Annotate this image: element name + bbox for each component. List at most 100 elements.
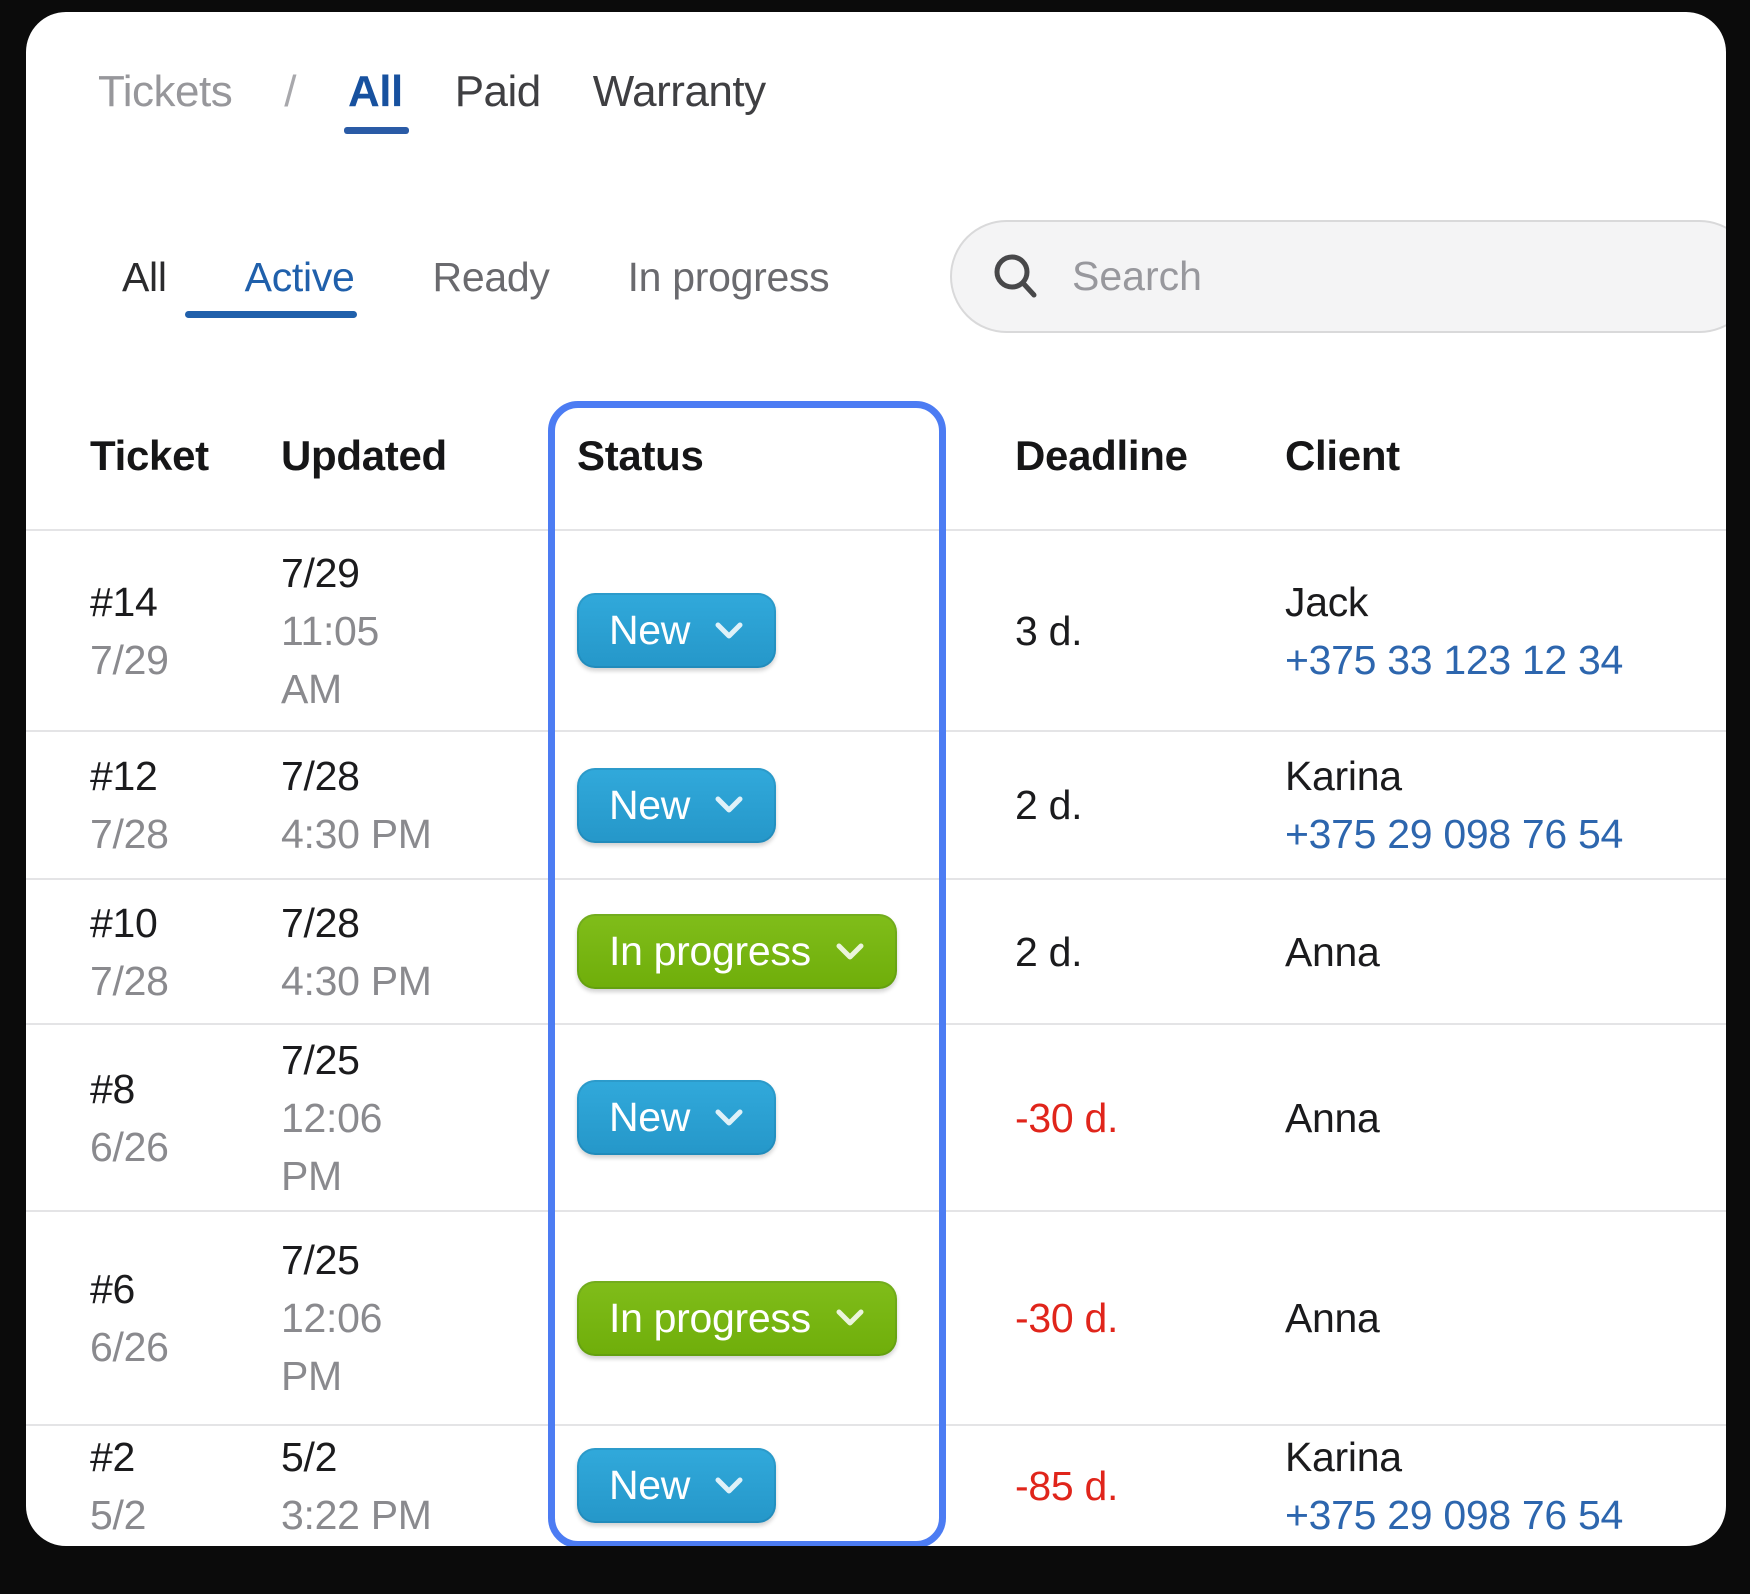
ticket-cell: #2 5/2 <box>90 1428 281 1544</box>
status-select[interactable]: In progress <box>577 914 897 989</box>
column-header-updated: Updated <box>281 432 548 480</box>
status-select[interactable]: New <box>577 1080 776 1155</box>
tab-all[interactable]: All <box>122 253 167 301</box>
breadcrumb-tab-paid[interactable]: Paid <box>455 68 541 116</box>
updated-time: 4:30 PM <box>281 805 445 863</box>
tab-active[interactable]: Active <box>245 253 355 301</box>
client-name: Anna <box>1285 1089 1726 1147</box>
ticket-number: #2 <box>90 1428 281 1486</box>
chevron-down-icon <box>714 1107 744 1129</box>
ticket-cell: #8 6/26 <box>90 1060 281 1176</box>
updated-time: 12:06 PM <box>281 1089 445 1205</box>
status-select[interactable]: New <box>577 768 776 843</box>
ticket-date: 6/26 <box>90 1118 281 1176</box>
deadline-cell: 3 d. <box>946 602 1216 660</box>
ticket-cell: #14 7/29 <box>90 573 281 689</box>
search-bar <box>950 220 1726 333</box>
updated-cell: 5/2 3:22 PM <box>281 1428 548 1544</box>
table-row: #8 6/26 7/25 12:06 PM New -30 d. Anna <box>26 1023 1726 1210</box>
deadline-cell: -85 d. <box>946 1457 1216 1515</box>
chevron-down-icon <box>714 794 744 816</box>
status-cell: New <box>548 593 946 668</box>
client-phone[interactable]: +375 29 098 76 54 <box>1285 805 1726 863</box>
updated-time: 4:30 PM <box>281 952 445 1010</box>
deadline-value: 2 d. <box>1015 929 1082 975</box>
deadline-value: -30 d. <box>1015 1095 1118 1141</box>
status-label: New <box>609 607 690 654</box>
ticket-number: #8 <box>90 1060 281 1118</box>
ticket-number: #14 <box>90 573 281 631</box>
tickets-table: Ticket Updated Status Deadline Client #1… <box>26 432 1726 1545</box>
updated-cell: 7/28 4:30 PM <box>281 747 548 863</box>
updated-date: 7/29 <box>281 544 445 602</box>
ticket-cell: #10 7/28 <box>90 894 281 1010</box>
client-name: Karina <box>1285 747 1726 805</box>
ticket-number: #6 <box>90 1260 281 1318</box>
client-phone[interactable]: +375 29 098 76 54 <box>1285 1486 1726 1544</box>
ticket-date: 6/26 <box>90 1318 281 1376</box>
ticket-number: #10 <box>90 894 281 952</box>
updated-cell: 7/25 12:06 PM <box>281 1031 548 1205</box>
status-cell: New <box>548 1080 946 1155</box>
status-label: In progress <box>609 1295 811 1342</box>
tickets-panel: Tickets / All Paid Warranty All Active R… <box>26 12 1726 1546</box>
updated-date: 7/25 <box>281 1231 445 1289</box>
deadline-value: -85 d. <box>1015 1463 1118 1509</box>
search-input[interactable] <box>1070 252 1555 301</box>
updated-time: 3:22 PM <box>281 1486 445 1544</box>
client-cell: Karina +375 29 098 76 54 <box>1216 1428 1726 1544</box>
table-row: #2 5/2 5/2 3:22 PM New -85 d. Karina +37… <box>26 1424 1726 1545</box>
status-cell: New <box>548 768 946 843</box>
updated-date: 7/28 <box>281 894 445 952</box>
client-cell: Karina +375 29 098 76 54 <box>1216 747 1726 863</box>
deadline-cell: 2 d. <box>946 776 1216 834</box>
page: { "breadcrumb": { "root": "Tickets", "se… <box>0 0 1750 1594</box>
status-label: New <box>609 1094 690 1141</box>
updated-cell: 7/25 12:06 PM <box>281 1231 548 1405</box>
breadcrumb: Tickets / All Paid Warranty <box>98 68 766 116</box>
table-row: #14 7/29 7/29 11:05 AM New 3 d. Jack +37… <box>26 529 1726 730</box>
column-header-status: Status <box>548 432 946 480</box>
column-header-deadline: Deadline <box>946 432 1216 480</box>
client-name: Anna <box>1285 1289 1726 1347</box>
breadcrumb-tab-warranty[interactable]: Warranty <box>593 68 766 116</box>
ticket-cell: #12 7/28 <box>90 747 281 863</box>
ticket-cell: #6 6/26 <box>90 1260 281 1376</box>
ticket-date: 7/29 <box>90 631 281 689</box>
status-label: New <box>609 782 690 829</box>
deadline-value: -30 d. <box>1015 1295 1118 1341</box>
chevron-down-icon <box>835 941 865 963</box>
updated-date: 7/25 <box>281 1031 445 1089</box>
filter-tabs: All Active Ready In progress <box>122 253 829 301</box>
table-row: #6 6/26 7/25 12:06 PM In progress -30 d.… <box>26 1210 1726 1424</box>
client-cell: Jack +375 33 123 12 34 <box>1216 573 1726 689</box>
status-select[interactable]: New <box>577 593 776 668</box>
column-header-client: Client <box>1216 432 1726 480</box>
chevron-down-icon <box>835 1307 865 1329</box>
search-icon <box>990 251 1042 303</box>
deadline-cell: 2 d. <box>946 923 1216 981</box>
updated-cell: 7/28 4:30 PM <box>281 894 548 1010</box>
table-row: #12 7/28 7/28 4:30 PM New 2 d. Karina +3… <box>26 730 1726 878</box>
status-select[interactable]: In progress <box>577 1281 897 1356</box>
client-name: Jack <box>1285 573 1726 631</box>
client-name: Anna <box>1285 923 1726 981</box>
ticket-date: 7/28 <box>90 952 281 1010</box>
client-cell: Anna <box>1216 1089 1726 1147</box>
chevron-down-icon <box>714 620 744 642</box>
breadcrumb-tab-all[interactable]: All <box>348 68 403 116</box>
deadline-cell: -30 d. <box>946 1289 1216 1347</box>
ticket-number: #12 <box>90 747 281 805</box>
updated-time: 11:05 AM <box>281 602 445 718</box>
breadcrumb-separator: / <box>284 68 296 116</box>
status-select[interactable]: New <box>577 1448 776 1523</box>
ticket-date: 7/28 <box>90 805 281 863</box>
breadcrumb-root[interactable]: Tickets <box>98 68 232 116</box>
tab-ready[interactable]: Ready <box>433 253 550 301</box>
client-phone[interactable]: +375 33 123 12 34 <box>1285 631 1726 689</box>
status-cell: New <box>548 1448 946 1523</box>
updated-time: 12:06 PM <box>281 1289 445 1405</box>
updated-date: 7/28 <box>281 747 445 805</box>
client-cell: Anna <box>1216 923 1726 981</box>
tab-in-progress[interactable]: In progress <box>628 253 830 301</box>
